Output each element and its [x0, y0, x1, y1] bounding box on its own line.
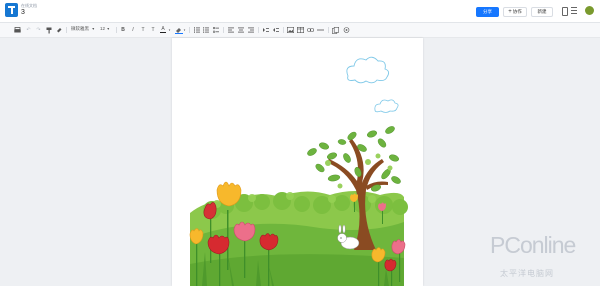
chevron-down-icon: ▾: [107, 26, 110, 31]
highlight-icon[interactable]: [174, 26, 183, 34]
clear-format-icon[interactable]: [55, 26, 62, 34]
share-button[interactable]: 分享: [476, 7, 499, 17]
app-logo-icon[interactable]: [5, 3, 18, 17]
new-button[interactable]: 新建: [531, 7, 553, 17]
document-page[interactable]: [172, 38, 423, 286]
print-icon[interactable]: [13, 26, 21, 34]
cloud-icon: [374, 99, 399, 113]
font-color-icon[interactable]: A: [159, 26, 167, 34]
font-size-value: 12: [100, 26, 106, 31]
undo-icon[interactable]: ↶: [25, 26, 32, 34]
top-bar: 在线文档 3 分享 + 协作 新建: [0, 0, 600, 23]
collaborate-button[interactable]: + 协作: [503, 7, 527, 17]
spring-illustration: [189, 56, 408, 286]
chevron-down-icon[interactable]: ▾: [183, 26, 186, 34]
outdent-icon[interactable]: [272, 26, 279, 34]
doc-title[interactable]: 3: [21, 9, 25, 16]
divider-icon[interactable]: [317, 26, 324, 34]
attachment-icon[interactable]: [332, 26, 339, 34]
unordered-list-icon[interactable]: [202, 26, 209, 34]
menu-icon[interactable]: [571, 7, 577, 14]
avatar[interactable]: [585, 6, 594, 15]
indent-icon[interactable]: [262, 26, 269, 34]
ordered-list-icon[interactable]: [193, 26, 200, 34]
image-icon[interactable]: [287, 26, 294, 34]
watermark-logo: PConline: [490, 232, 576, 258]
bold-icon[interactable]: B: [120, 26, 126, 34]
link-icon[interactable]: [307, 26, 314, 34]
align-left-icon[interactable]: [227, 26, 234, 34]
collaborate-label: 协作: [512, 9, 522, 14]
plus-icon: +: [508, 9, 512, 15]
format-toolbar: ↶ ↷ 微软雅黑 ▾ 12 ▾ B I T T A ▾ ▾: [0, 23, 600, 38]
watermark-subtitle: 太平洋电脑网: [500, 269, 554, 278]
chevron-down-icon: ▾: [92, 26, 95, 31]
align-center-icon[interactable]: [237, 26, 244, 34]
underline-icon[interactable]: T: [150, 26, 156, 34]
checklist-icon[interactable]: [212, 26, 219, 34]
redo-icon[interactable]: ↷: [35, 26, 42, 34]
italic-icon[interactable]: I: [130, 26, 136, 34]
format-painter-icon[interactable]: [45, 26, 52, 34]
font-family-select[interactable]: 微软雅黑 ▾: [71, 26, 94, 32]
more-icon[interactable]: [343, 26, 350, 34]
mobile-preview-icon[interactable]: [562, 7, 568, 16]
strikethrough-icon[interactable]: T: [140, 26, 146, 34]
align-right-icon[interactable]: [247, 26, 254, 34]
font-family-value: 微软雅黑: [71, 26, 89, 31]
cloud-icon: [346, 56, 390, 84]
font-size-select[interactable]: 12 ▾: [100, 26, 109, 31]
table-icon[interactable]: [297, 26, 304, 34]
chevron-down-icon[interactable]: ▾: [168, 26, 171, 34]
